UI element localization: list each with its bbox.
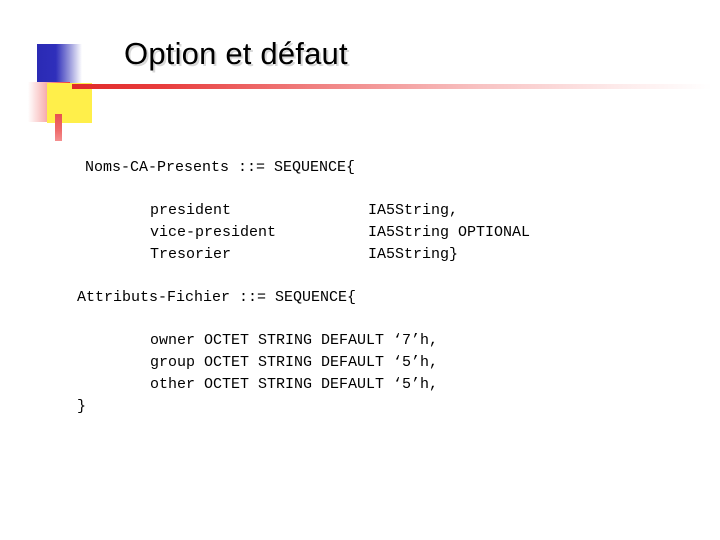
block2-closing-brace: } [77,398,87,415]
slide: Option et défaut Noms-CA-Presents ::= SE… [0,0,720,540]
block1-field-name: Tresorier [150,246,232,263]
block1-field-name: president [150,202,232,219]
code-content: Noms-CA-Presents ::= SEQUENCE{ president… [0,0,720,495]
block1-header: Noms-CA-Presents ::= SEQUENCE{ [85,159,356,176]
block1-field-row: vice-president IA5String OPTIONAL [150,222,530,244]
block1-field-name: vice-president [150,224,277,241]
block1-field-type: IA5String OPTIONAL [368,224,531,241]
block1-field-type: IA5String} [368,246,459,263]
block1-field-row: president IA5String, [150,200,458,222]
block2-header: Attributs-Fichier ::= SEQUENCE{ [77,289,357,306]
block2-field-row: owner OCTET STRING DEFAULT ‘7’h, [150,332,439,349]
block1-field-row: Tresorier IA5String} [150,244,458,266]
block2-field-row: other OCTET STRING DEFAULT ‘5’h, [150,376,439,393]
block2-field-row: group OCTET STRING DEFAULT ‘5’h, [150,354,439,371]
block1-field-type: IA5String, [368,202,459,219]
